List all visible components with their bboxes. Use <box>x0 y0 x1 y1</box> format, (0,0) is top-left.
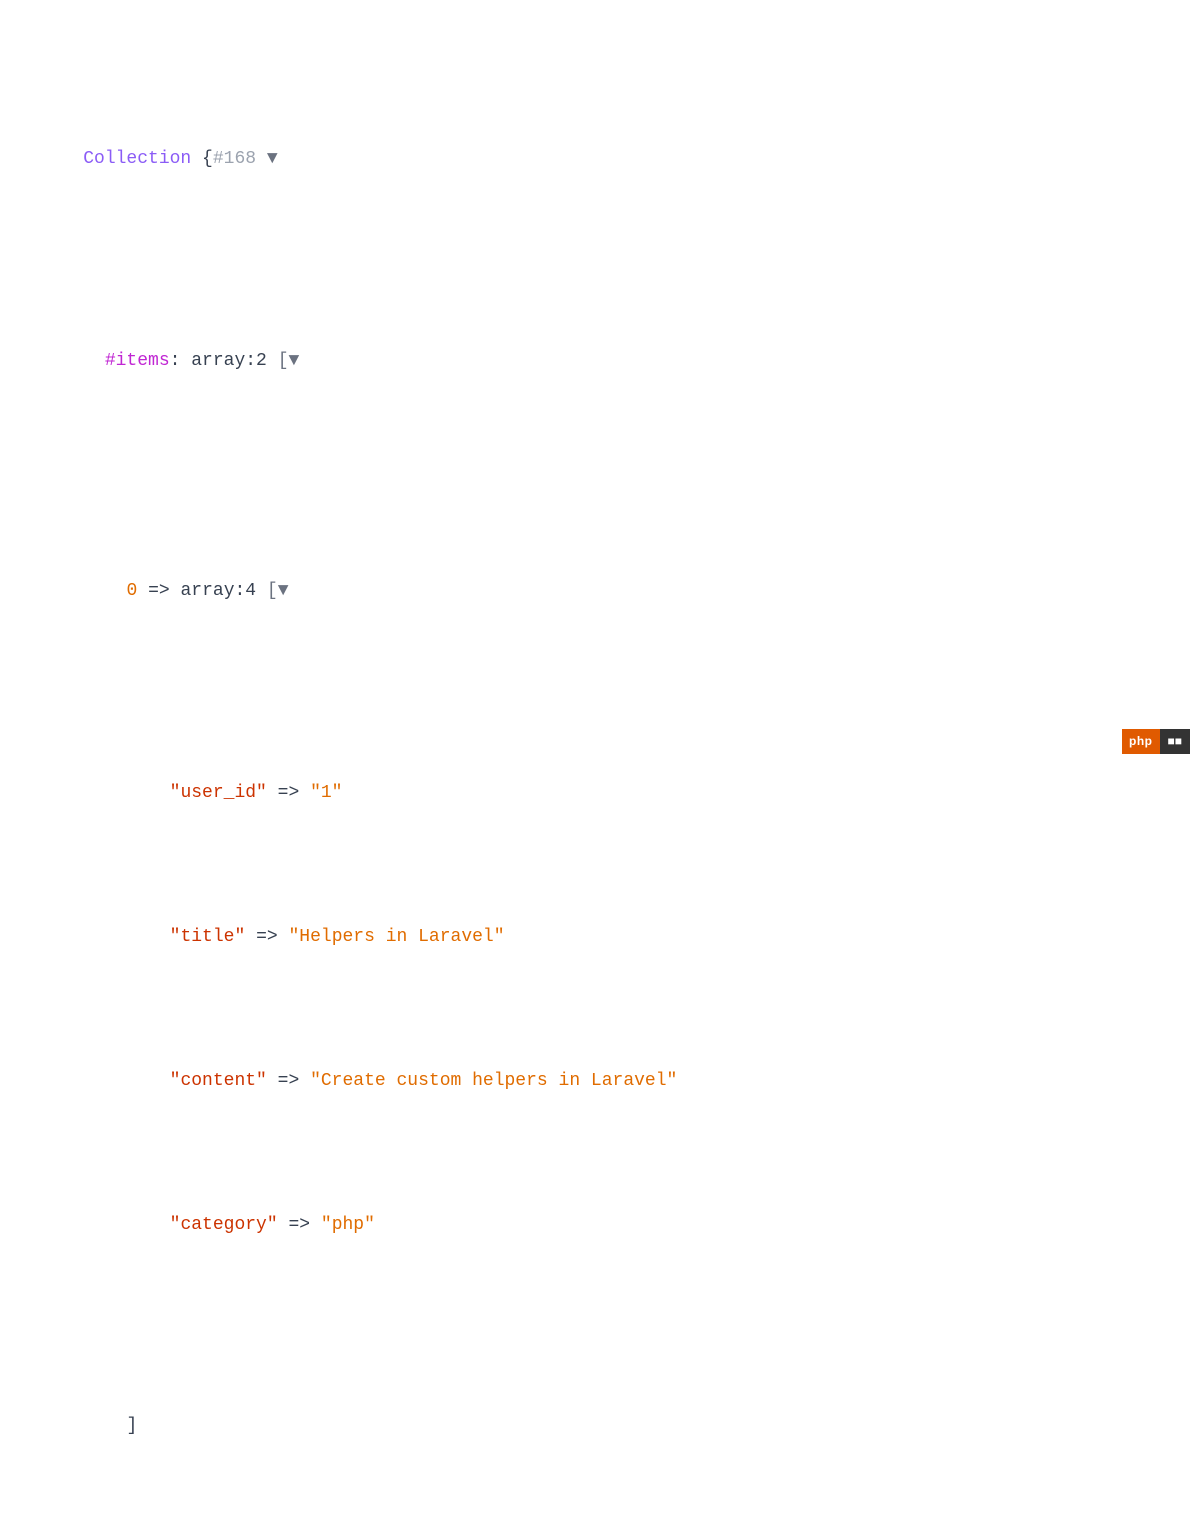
item0-space <box>170 581 181 601</box>
item0-open[interactable]: [▼ <box>267 581 289 601</box>
line-item0-header: 0 => array:4 [▼ <box>40 548 1164 634</box>
line-items: #items: array:2 [▼ <box>40 318 1164 404</box>
item0-open-space <box>256 581 267 601</box>
open-brace: { <box>191 149 213 169</box>
item0-val-content: "Create custom helpers in Laravel" <box>310 1071 677 1091</box>
item0-field-user_id: "user_id" => "1" <box>40 750 1164 836</box>
item0-val-user_id: "1" <box>310 783 342 803</box>
item0-field-title: "title" => "Helpers in Laravel" <box>40 894 1164 980</box>
item0-field-category: "category" => "php" <box>40 1182 1164 1268</box>
collapse-arrow[interactable]: ▼ <box>256 149 278 169</box>
item0-key-content: "content" <box>170 1071 267 1091</box>
php-badge: php ■■ <box>1122 729 1190 754</box>
item0-type: array:4 <box>180 581 256 601</box>
item0-key-title: "title" <box>170 927 246 947</box>
item0-arrow-content: => <box>267 1071 310 1091</box>
items-open-space <box>267 351 278 371</box>
php-extra: ■■ <box>1160 729 1191 754</box>
items-open[interactable]: [▼ <box>278 351 300 371</box>
line-item0-close: ] <box>40 1383 1164 1469</box>
item0-arrow-category: => <box>278 1215 321 1235</box>
item0-index: 0 <box>126 581 137 601</box>
item0-arrow-user_id: => <box>267 783 310 803</box>
colon1: : <box>170 351 192 371</box>
item0-arrow-space <box>137 581 148 601</box>
php-label: php <box>1122 729 1160 754</box>
line-collection: Collection {#168 ▼ <box>40 116 1164 202</box>
item0-arrow-title: => <box>245 927 288 947</box>
class-name: Collection <box>83 149 191 169</box>
item0-key-category: "category" <box>170 1215 278 1235</box>
item0-val-category: "php" <box>321 1215 375 1235</box>
items-type: array:2 <box>191 351 267 371</box>
item0-arrow: => <box>148 581 170 601</box>
item0-key-user_id: "user_id" <box>170 783 267 803</box>
item0-close: ] <box>126 1416 137 1436</box>
code-output: Collection {#168 ▼ #items: array:2 [▼ 0 … <box>40 30 1164 1536</box>
hash-id: #168 <box>213 149 256 169</box>
items-key: #items <box>105 351 170 371</box>
item0-field-content: "content" => "Create custom helpers in L… <box>40 1038 1164 1124</box>
item0-val-title: "Helpers in Laravel" <box>288 927 504 947</box>
